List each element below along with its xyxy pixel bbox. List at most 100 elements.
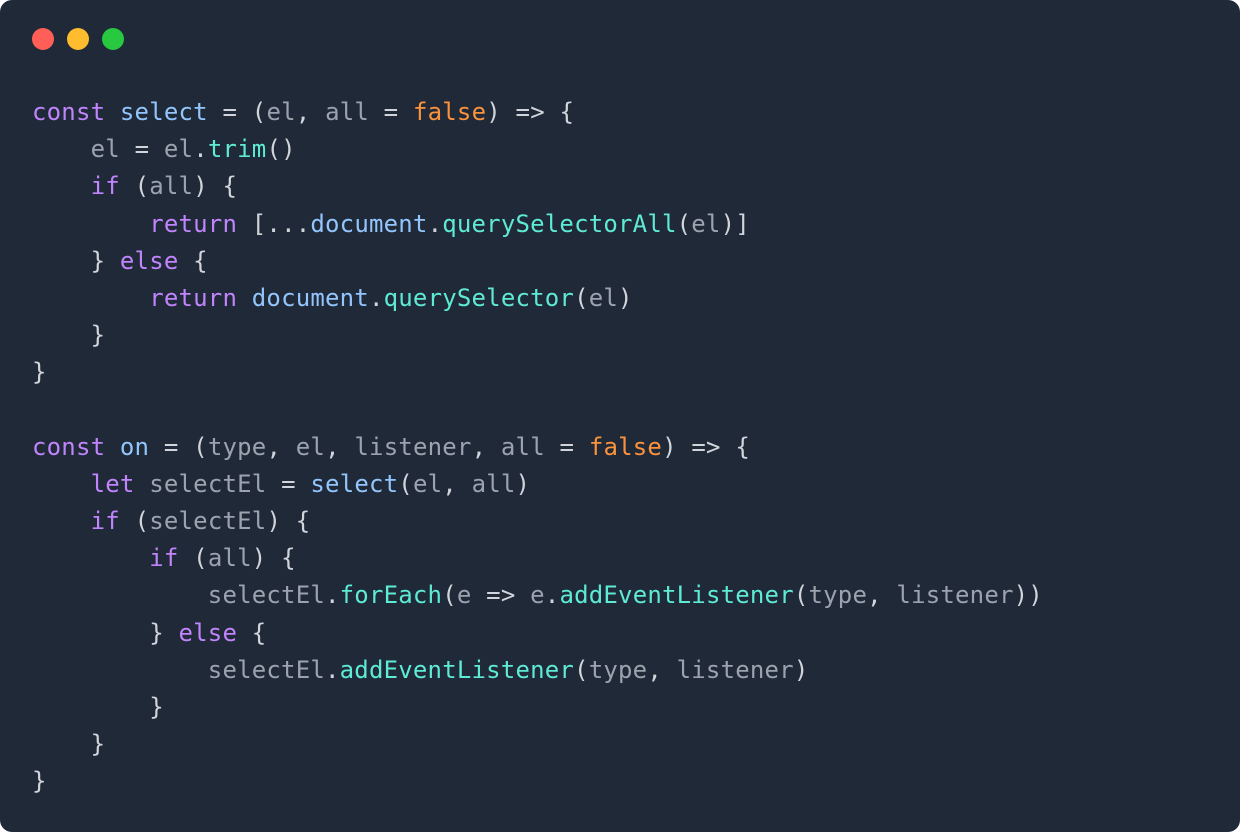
code-token: listener — [354, 433, 471, 461]
code-token: selectEl — [208, 581, 325, 609]
code-token: ... — [266, 210, 310, 238]
code-token: } — [32, 358, 47, 386]
code-token: = — [135, 135, 150, 163]
code-token: . — [369, 284, 384, 312]
code-token — [105, 433, 120, 461]
code-token — [398, 98, 413, 126]
code-token — [472, 581, 487, 609]
code-token: ( — [574, 656, 589, 684]
code-token: all — [149, 172, 193, 200]
code-token: , — [325, 433, 354, 461]
code-token — [32, 581, 208, 609]
code-token — [32, 656, 208, 684]
code-token: e — [457, 581, 472, 609]
code-token: ( — [398, 470, 413, 498]
code-token — [296, 470, 311, 498]
code-window: const select = (el, all = false) => { el… — [0, 0, 1240, 832]
code-token: false — [589, 433, 662, 461]
code-token: return — [149, 284, 237, 312]
code-token: el — [691, 210, 720, 238]
code-token — [32, 210, 149, 238]
code-token: all — [472, 470, 516, 498]
code-token: type — [809, 581, 868, 609]
code-token: ) — [193, 172, 222, 200]
code-token: ( — [120, 507, 149, 535]
code-token: listener — [896, 581, 1013, 609]
code-token — [105, 98, 120, 126]
code-token: ( — [442, 581, 457, 609]
code-token — [32, 470, 91, 498]
code-token: ) — [794, 656, 809, 684]
code-token: forEach — [340, 581, 443, 609]
code-token: = — [164, 433, 179, 461]
code-token: type — [589, 656, 648, 684]
code-token: document — [310, 210, 427, 238]
code-token — [32, 544, 149, 572]
code-token: } — [32, 767, 47, 795]
code-token: el — [589, 284, 618, 312]
code-content: const select = (el, all = false) => { el… — [0, 54, 1240, 832]
code-token — [501, 98, 516, 126]
code-token: addEventListener — [340, 656, 574, 684]
code-token: )] — [721, 210, 750, 238]
code-token: const — [32, 98, 105, 126]
code-token: ( — [677, 210, 692, 238]
code-token: selectEl — [149, 470, 266, 498]
code-token: ( — [574, 284, 589, 312]
code-token — [266, 470, 281, 498]
code-token: . — [428, 210, 443, 238]
code-token — [32, 172, 91, 200]
code-token: if — [91, 172, 120, 200]
code-token: on — [120, 433, 149, 461]
code-token: if — [149, 544, 178, 572]
code-token: type — [208, 433, 267, 461]
zoom-icon[interactable] — [102, 28, 124, 50]
code-token: , — [647, 656, 676, 684]
code-token — [120, 135, 135, 163]
code-token: } — [32, 619, 179, 647]
code-token: , — [867, 581, 896, 609]
code-token: [ — [237, 210, 266, 238]
code-token: all — [208, 544, 252, 572]
code-token: = — [560, 433, 575, 461]
code-token — [208, 98, 223, 126]
code-token: . — [193, 135, 208, 163]
code-token: let — [91, 470, 135, 498]
code-token: addEventListener — [559, 581, 793, 609]
code-token — [135, 470, 150, 498]
code-token: all — [501, 433, 545, 461]
code-token: { — [179, 247, 208, 275]
code-token: return — [149, 210, 237, 238]
code-token: ) — [486, 98, 501, 126]
code-token: )) — [1014, 581, 1043, 609]
code-token — [149, 135, 164, 163]
code-token: => — [486, 581, 515, 609]
code-token: el — [91, 135, 120, 163]
code-token: ( — [794, 581, 809, 609]
code-token: = — [384, 98, 399, 126]
code-token: } — [32, 730, 105, 758]
code-token: . — [325, 656, 340, 684]
code-token: trim — [208, 135, 267, 163]
code-token: selectEl — [149, 507, 266, 535]
code-token: , — [296, 98, 325, 126]
code-token: selectEl — [208, 656, 325, 684]
code-token: listener — [677, 656, 794, 684]
code-token — [149, 433, 164, 461]
code-token — [237, 98, 252, 126]
minimize-icon[interactable] — [67, 28, 89, 50]
close-icon[interactable] — [32, 28, 54, 50]
code-token: , — [266, 433, 295, 461]
code-token: => — [516, 98, 545, 126]
code-token: el — [296, 433, 325, 461]
code-token: document — [252, 284, 369, 312]
code-token: { — [223, 172, 238, 200]
code-token — [515, 581, 530, 609]
code-token: ( — [252, 98, 267, 126]
code-token — [32, 507, 91, 535]
code-token: , — [472, 433, 501, 461]
code-token: false — [413, 98, 486, 126]
code-token: ( — [120, 172, 149, 200]
code-token: , — [442, 470, 471, 498]
code-token: ) — [618, 284, 633, 312]
